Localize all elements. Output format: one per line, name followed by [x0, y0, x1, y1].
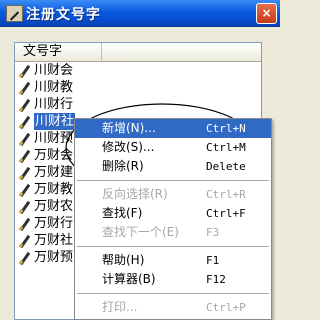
- menu-separator: [77, 293, 269, 294]
- pen-icon: [18, 234, 32, 248]
- list-item[interactable]: 川财教: [15, 79, 261, 96]
- menu-item-shortcut: Delete: [206, 160, 246, 173]
- list-item[interactable]: 川财会: [15, 62, 261, 79]
- menu-item: 打印... Ctrl+P: [75, 298, 271, 317]
- pen-icon: [18, 132, 32, 146]
- menu-item-label: 新增(N)...: [102, 121, 156, 135]
- menu-item[interactable]: 帮助(H) F1: [75, 251, 271, 270]
- list-item-label: 川财会: [34, 63, 74, 78]
- menu-item: 反向选择(R) Ctrl+R: [75, 185, 271, 204]
- list-item-label: 川财教: [34, 80, 74, 95]
- menu-item-label: 帮助(H): [102, 253, 145, 267]
- menu-item[interactable]: 查找(F) Ctrl+F: [75, 204, 271, 223]
- menu-item-shortcut: Ctrl+P: [206, 301, 246, 314]
- app-icon: [6, 5, 23, 22]
- column-header-wenhaozi[interactable]: 文号字: [15, 43, 102, 61]
- list-item-label: 川财社: [34, 113, 76, 130]
- menu-item-shortcut: Ctrl+R: [206, 188, 246, 201]
- pen-icon: [18, 115, 32, 129]
- menu-item-shortcut: Ctrl+F: [206, 207, 246, 220]
- menu-item[interactable]: 修改(S)... Ctrl+M: [75, 138, 271, 157]
- menu-item: 查找下一个(E) F3: [75, 223, 271, 242]
- title-bar: 注册文号字 ×: [0, 0, 280, 27]
- pen-icon: [18, 98, 32, 112]
- menu-item-shortcut: F1: [206, 254, 220, 267]
- menu-item[interactable]: 删除(R) Delete: [75, 157, 271, 176]
- pen-icon: [18, 149, 32, 163]
- list-header: 文号字: [15, 43, 261, 62]
- pen-icon: [18, 200, 32, 214]
- context-menu: 新增(N)... Ctrl+N 修改(S)... Ctrl+M 删除(R) Delete 反…: [74, 118, 272, 320]
- list-item-label: 川财预: [34, 131, 74, 146]
- list-item-label: 万财教: [34, 182, 74, 197]
- list-item-label: 万财预: [34, 250, 74, 265]
- menu-item-shortcut: Ctrl+N: [206, 122, 246, 135]
- pen-icon: [18, 81, 32, 95]
- menu-item-label: 计算器(B): [102, 272, 156, 286]
- menu-separator: [77, 180, 269, 181]
- list-item-label: 万财农: [34, 199, 74, 214]
- menu-item[interactable]: 新增(N)... Ctrl+N: [75, 119, 271, 138]
- pen-icon: [18, 251, 32, 265]
- menu-separator: [77, 246, 269, 247]
- pen-icon: [18, 166, 32, 180]
- pen-icon: [18, 183, 32, 197]
- menu-item-shortcut: F12: [206, 273, 226, 286]
- list-item-label: 万财社: [34, 233, 74, 248]
- list-item-label: 万财会: [34, 148, 74, 163]
- menu-item-label: 打印...: [102, 300, 138, 314]
- menu-item-label: 查找下一个(E): [102, 225, 179, 239]
- list-item-label: 万财建: [34, 165, 74, 180]
- menu-item[interactable]: 计算器(B) F12: [75, 270, 271, 289]
- pen-icon: [18, 64, 32, 78]
- menu-item-shortcut: F3: [206, 226, 220, 239]
- menu-item-label: 反向选择(R): [102, 187, 168, 201]
- list-item-label: 川财行: [34, 97, 74, 112]
- menu-item-label: 删除(R): [102, 159, 144, 173]
- close-button[interactable]: ×: [256, 3, 277, 24]
- window-title: 注册文号字: [26, 7, 101, 23]
- menu-item-label: 修改(S)...: [102, 140, 155, 154]
- menu-item-label: 查找(F): [102, 206, 143, 220]
- pen-icon: [18, 217, 32, 231]
- list-item-label: 万财行: [34, 216, 74, 231]
- menu-item-shortcut: Ctrl+M: [206, 141, 246, 154]
- list-item[interactable]: 川财行: [15, 96, 261, 113]
